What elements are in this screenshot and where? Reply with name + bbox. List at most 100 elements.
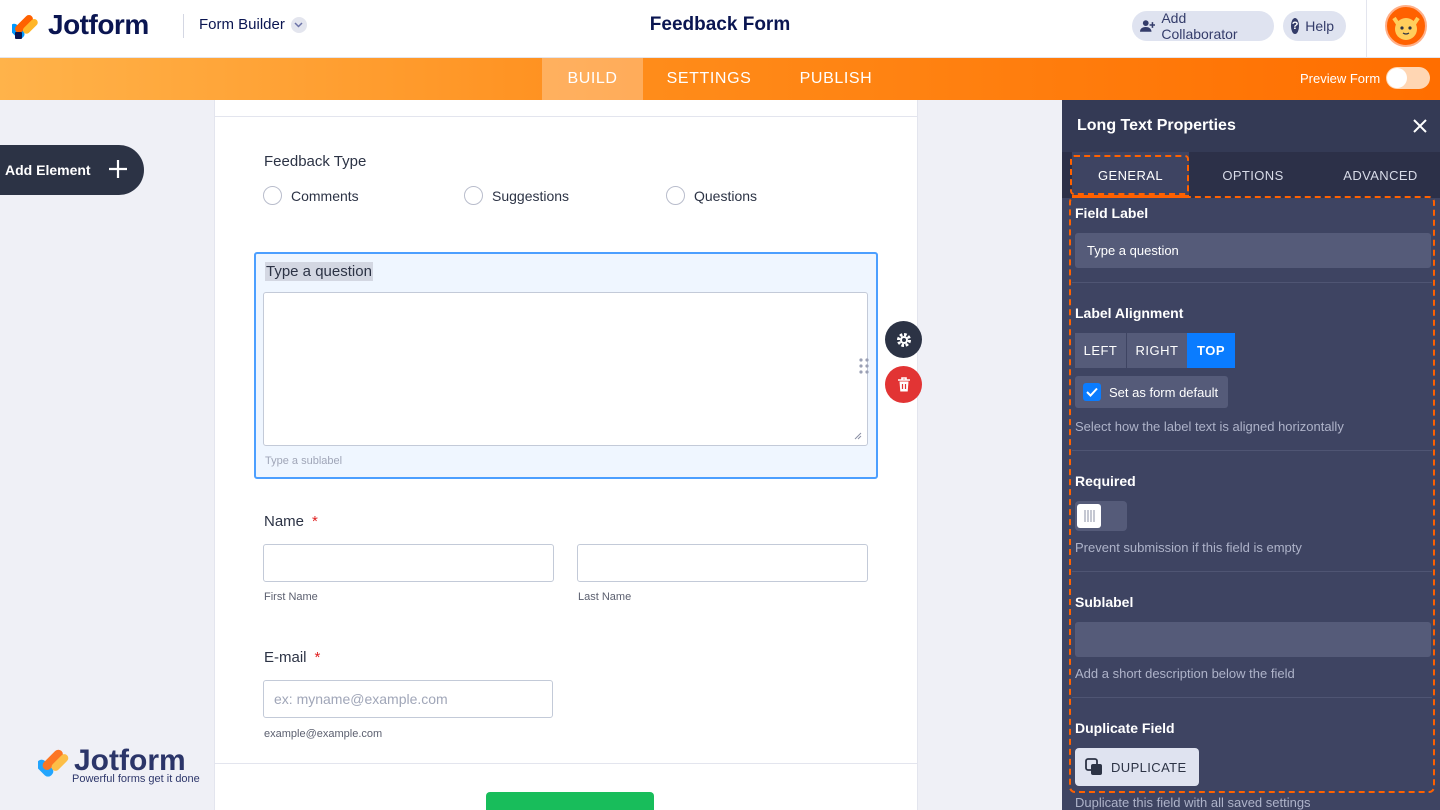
required-toggle[interactable] xyxy=(1075,501,1127,531)
sublabel-description: Add a short description below the field xyxy=(1075,666,1295,681)
add-collaborator-button[interactable]: Add Collaborator xyxy=(1132,10,1274,42)
toggle-knob xyxy=(1387,68,1407,88)
sublabel-title: Sublabel xyxy=(1075,594,1134,610)
tab-build[interactable]: BUILD xyxy=(542,58,643,100)
required-asterisk: * xyxy=(314,649,321,666)
email-placeholder: ex: myname@example.com xyxy=(274,691,448,707)
radio-suggestions[interactable]: Suggestions xyxy=(464,186,569,205)
field-label-input[interactable]: Type a question xyxy=(1075,233,1431,268)
sublabel-input[interactable] xyxy=(1075,622,1431,657)
radio-circle[interactable] xyxy=(666,186,685,205)
radio-label: Questions xyxy=(694,187,758,204)
add-element-label: Add Element xyxy=(5,162,91,178)
preview-form-label: Preview Form xyxy=(1300,71,1381,86)
duplicate-field-title: Duplicate Field xyxy=(1075,720,1175,736)
canvas-divider-bottom xyxy=(215,763,917,764)
email-sublabel: example@example.com xyxy=(264,728,383,740)
email-input[interactable]: ex: myname@example.com xyxy=(263,680,553,718)
add-user-icon xyxy=(1140,20,1156,32)
duplicate-description: Duplicate this field with all saved sett… xyxy=(1075,795,1311,810)
feedback-type-label: Feedback Type xyxy=(264,153,367,170)
radio-circle[interactable] xyxy=(464,186,483,205)
set-form-default-checkbox[interactable]: Set as form default xyxy=(1075,376,1228,408)
name-label-wrap: Name * xyxy=(264,513,318,530)
radio-circle[interactable] xyxy=(263,186,282,205)
submit-button[interactable] xyxy=(486,792,654,810)
trash-icon xyxy=(897,376,910,391)
panel-title: Long Text Properties xyxy=(1077,117,1236,134)
required-asterisk: * xyxy=(312,513,318,530)
duplicate-label: DUPLICATE xyxy=(1111,759,1187,775)
header-divider-right xyxy=(1366,0,1367,58)
add-element-button[interactable]: Add Element xyxy=(0,145,144,195)
name-label: Name xyxy=(264,513,305,530)
drag-handle-icon[interactable] xyxy=(858,357,870,375)
preview-form-toggle[interactable] xyxy=(1386,67,1430,89)
section-divider xyxy=(1072,450,1432,451)
required-description: Prevent submission if this field is empt… xyxy=(1075,540,1302,555)
header-divider xyxy=(183,14,184,38)
required-title: Required xyxy=(1075,473,1136,489)
toggle-knob xyxy=(1077,504,1101,528)
canvas-divider-top xyxy=(215,116,917,117)
checkmark-icon[interactable] xyxy=(1083,383,1101,401)
section-divider xyxy=(1072,697,1432,698)
tab-advanced[interactable]: ADVANCED xyxy=(1317,152,1440,198)
tab-publish[interactable]: PUBLISH xyxy=(790,58,882,100)
form-builder-dropdown[interactable]: Form Builder xyxy=(199,16,307,33)
last-name-input[interactable] xyxy=(577,544,868,582)
form-title[interactable]: Feedback Form xyxy=(650,14,790,35)
watermark-tagline: Powerful forms get it done xyxy=(72,773,200,785)
plus-icon xyxy=(109,160,127,178)
section-divider xyxy=(1072,282,1432,283)
delete-field-button[interactable] xyxy=(885,366,922,403)
set-form-default-label: Set as form default xyxy=(1109,384,1219,400)
form-builder-label: Form Builder xyxy=(199,16,285,33)
first-name-input[interactable] xyxy=(263,544,554,582)
question-icon: ? xyxy=(1291,18,1300,34)
gear-icon xyxy=(896,332,911,347)
email-label-wrap: E-mail * xyxy=(264,649,320,666)
builder-nav: BUILD SETTINGS PUBLISH Preview Form xyxy=(0,58,1440,100)
duplicate-button[interactable]: DUPLICATE xyxy=(1075,748,1199,786)
section-divider xyxy=(1072,571,1432,572)
sublabel-placeholder[interactable]: Type a sublabel xyxy=(265,455,342,467)
jotform-watermark-logo-icon xyxy=(36,749,69,777)
align-top-button[interactable]: TOP xyxy=(1187,333,1235,368)
panel-tabs: GENERAL OPTIONS ADVANCED xyxy=(1062,152,1440,198)
long-text-input[interactable] xyxy=(263,292,868,446)
radio-label: Comments xyxy=(291,187,359,204)
chevron-down-icon xyxy=(290,16,307,33)
align-right-button[interactable]: RIGHT xyxy=(1127,333,1187,368)
grip-lines-icon xyxy=(1084,510,1095,522)
brand-name: Jotform xyxy=(48,9,149,40)
tab-general[interactable]: GENERAL xyxy=(1072,152,1189,198)
align-left-button[interactable]: LEFT xyxy=(1075,333,1126,368)
radio-questions[interactable]: Questions xyxy=(666,186,757,205)
avatar[interactable] xyxy=(1385,5,1427,47)
field-settings-button[interactable] xyxy=(885,321,922,358)
jotform-logo[interactable]: Jotform xyxy=(12,9,149,41)
tab-options[interactable]: OPTIONS xyxy=(1192,152,1314,198)
radio-label: Suggestions xyxy=(492,187,570,204)
help-label: Help xyxy=(1305,18,1334,34)
add-collaborator-label: Add Collaborator xyxy=(1161,10,1238,42)
last-name-sublabel: Last Name xyxy=(578,591,632,603)
label-alignment-description: Select how the label text is aligned hor… xyxy=(1075,419,1344,434)
first-name-sublabel: First Name xyxy=(264,591,318,603)
top-bar: Jotform Form Builder Feedback Form Add C… xyxy=(0,0,1440,58)
email-label: E-mail xyxy=(264,649,307,666)
jotform-logo-icon xyxy=(12,15,38,39)
help-button[interactable]: ? Help xyxy=(1283,11,1346,41)
copy-icon xyxy=(1085,758,1102,775)
question-label[interactable]: Type a question xyxy=(265,262,373,281)
close-icon[interactable] xyxy=(1411,117,1429,135)
cat-avatar-icon xyxy=(1392,16,1420,40)
jotform-watermark: Jotform Powerful forms get it done xyxy=(36,744,200,785)
radio-comments[interactable]: Comments xyxy=(263,186,359,205)
label-alignment-title: Label Alignment xyxy=(1075,305,1184,321)
field-label-title: Field Label xyxy=(1075,205,1149,221)
resize-handle-icon[interactable] xyxy=(854,432,862,440)
tab-settings[interactable]: SETTINGS xyxy=(660,58,758,100)
panel-header: Long Text Properties xyxy=(1062,100,1440,152)
